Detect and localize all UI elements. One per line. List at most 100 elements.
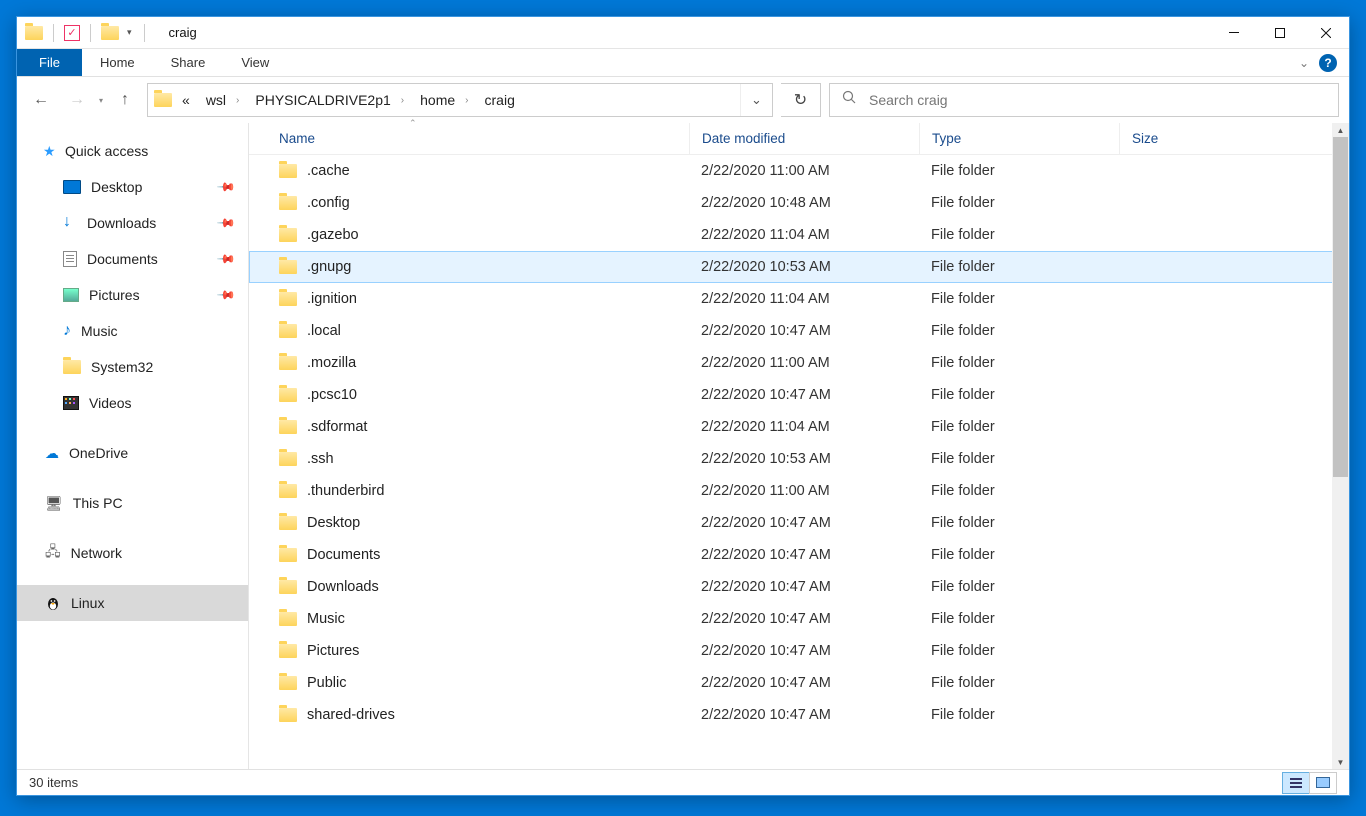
- file-name: .mozilla: [307, 355, 356, 371]
- column-header-date[interactable]: Date modified: [689, 123, 919, 154]
- folder-icon: [279, 420, 297, 434]
- address-folder-icon: [154, 93, 172, 107]
- column-header-type[interactable]: Type: [919, 123, 1119, 154]
- file-row[interactable]: .gazebo2/22/2020 11:04 AMFile folder: [249, 219, 1349, 251]
- breadcrumb-home[interactable]: home›: [414, 84, 474, 116]
- ribbon-tab-home[interactable]: Home: [82, 49, 153, 76]
- sidebar-label: Music: [81, 323, 118, 339]
- close-button[interactable]: [1303, 17, 1349, 49]
- breadcrumb-label: PHYSICALDRIVE2p1: [255, 92, 390, 108]
- view-details-button[interactable]: [1282, 772, 1310, 794]
- help-icon[interactable]: ?: [1319, 54, 1337, 72]
- breadcrumb-craig[interactable]: craig: [479, 84, 521, 116]
- breadcrumb-drive[interactable]: PHYSICALDRIVE2p1 ›: [249, 84, 410, 116]
- maximize-button[interactable]: [1257, 17, 1303, 49]
- sidebar-item-documents[interactable]: Documents📌: [17, 241, 248, 277]
- downloads-icon: [63, 215, 77, 231]
- file-row[interactable]: Public2/22/2020 10:47 AMFile folder: [249, 667, 1349, 699]
- breadcrumb-label: home: [420, 92, 455, 108]
- file-name: Public: [307, 675, 347, 691]
- nav-history-dropdown[interactable]: ▾: [99, 96, 103, 105]
- sidebar-item-system32[interactable]: System32: [17, 349, 248, 385]
- column-header-name[interactable]: Name: [279, 131, 689, 146]
- file-type: File folder: [919, 707, 1119, 723]
- folder-icon: [279, 260, 297, 274]
- file-type: File folder: [919, 291, 1119, 307]
- file-row[interactable]: .mozilla2/22/2020 11:00 AMFile folder: [249, 347, 1349, 379]
- file-type: File folder: [919, 387, 1119, 403]
- breadcrumb-wsl[interactable]: wsl›: [200, 84, 246, 116]
- column-header-size[interactable]: Size: [1119, 123, 1349, 154]
- sidebar-item-linux[interactable]: Linux: [17, 585, 248, 621]
- sidebar-item-music[interactable]: ♪Music: [17, 313, 248, 349]
- file-row[interactable]: Downloads2/22/2020 10:47 AMFile folder: [249, 571, 1349, 603]
- chevron-right-icon: ›: [236, 95, 239, 106]
- sidebar-item-videos[interactable]: Videos: [17, 385, 248, 421]
- file-row[interactable]: Music2/22/2020 10:47 AMFile folder: [249, 603, 1349, 635]
- search-input[interactable]: [869, 92, 1326, 108]
- file-row[interactable]: shared-drives2/22/2020 10:47 AMFile fold…: [249, 699, 1349, 731]
- file-row[interactable]: Desktop2/22/2020 10:47 AMFile folder: [249, 507, 1349, 539]
- address-bar[interactable]: « wsl› PHYSICALDRIVE2p1› home› craig ⌄: [147, 83, 773, 117]
- file-row[interactable]: .pcsc102/22/2020 10:47 AMFile folder: [249, 379, 1349, 411]
- file-type: File folder: [919, 227, 1119, 243]
- scroll-thumb[interactable]: [1333, 137, 1348, 477]
- nav-up-button[interactable]: ↑: [111, 86, 139, 114]
- ribbon-collapse-icon[interactable]: ⌄: [1299, 56, 1309, 70]
- breadcrumb-overflow[interactable]: «: [176, 84, 196, 116]
- file-row[interactable]: .local2/22/2020 10:47 AMFile folder: [249, 315, 1349, 347]
- sidebar-quick-access[interactable]: Quick access: [17, 133, 248, 169]
- file-name: .config: [307, 195, 350, 211]
- file-row[interactable]: .ssh2/22/2020 10:53 AMFile folder: [249, 443, 1349, 475]
- folder-icon: [279, 676, 297, 690]
- chevron-right-icon: ›: [401, 95, 404, 106]
- sidebar-item-desktop[interactable]: Desktop📌: [17, 169, 248, 205]
- file-date: 2/22/2020 10:47 AM: [689, 579, 919, 595]
- sidebar-label: Network: [71, 545, 122, 561]
- nav-forward-button[interactable]: →: [63, 86, 91, 114]
- thispc-icon: 🖥: [45, 495, 63, 512]
- sidebar-item-pictures[interactable]: Pictures📌: [17, 277, 248, 313]
- sidebar-item-onedrive[interactable]: ☁OneDrive: [17, 435, 248, 471]
- explorer-window: ✓ ▾ craig File Home Share View ⌄ ? ← → ▾…: [16, 16, 1350, 796]
- sidebar-label: OneDrive: [69, 445, 128, 461]
- file-row[interactable]: .config2/22/2020 10:48 AMFile folder: [249, 187, 1349, 219]
- sidebar-label: Videos: [89, 395, 132, 411]
- file-name: .thunderbird: [307, 483, 384, 499]
- scroll-down-icon[interactable]: ▼: [1332, 755, 1349, 769]
- folder-icon: [279, 644, 297, 658]
- file-row[interactable]: .thunderbird2/22/2020 11:00 AMFile folde…: [249, 475, 1349, 507]
- address-dropdown-button[interactable]: ⌄: [740, 84, 772, 116]
- pin-icon: 📌: [216, 177, 236, 197]
- qat-properties-icon[interactable]: ✓: [64, 25, 80, 41]
- file-row[interactable]: .sdformat2/22/2020 11:04 AMFile folder: [249, 411, 1349, 443]
- folder-icon: [279, 228, 297, 242]
- refresh-button[interactable]: ↻: [781, 83, 821, 117]
- vertical-scrollbar[interactable]: ▲ ▼: [1332, 123, 1349, 769]
- file-row[interactable]: .cache2/22/2020 11:00 AMFile folder: [249, 155, 1349, 187]
- sidebar-item-downloads[interactable]: Downloads📌: [17, 205, 248, 241]
- file-row[interactable]: .ignition2/22/2020 11:04 AMFile folder: [249, 283, 1349, 315]
- scroll-up-icon[interactable]: ▲: [1332, 123, 1349, 137]
- pin-icon: 📌: [216, 213, 236, 233]
- file-row[interactable]: Pictures2/22/2020 10:47 AMFile folder: [249, 635, 1349, 667]
- file-type: File folder: [919, 515, 1119, 531]
- status-item-count: 30 items: [29, 775, 78, 790]
- search-icon: [842, 90, 857, 110]
- ribbon-tab-share[interactable]: Share: [153, 49, 224, 76]
- ribbon-tab-file[interactable]: File: [17, 49, 82, 76]
- sidebar-item-network[interactable]: 🖧Network: [17, 535, 248, 571]
- search-box[interactable]: [829, 83, 1339, 117]
- sidebar-item-thispc[interactable]: 🖥This PC: [17, 485, 248, 521]
- minimize-button[interactable]: [1211, 17, 1257, 49]
- pictures-icon: [63, 288, 79, 302]
- qat-newfolder-icon[interactable]: [101, 26, 119, 40]
- file-name: .cache: [307, 163, 350, 179]
- ribbon-tab-view[interactable]: View: [223, 49, 287, 76]
- view-thumbnails-button[interactable]: [1309, 772, 1337, 794]
- file-row[interactable]: .gnupg2/22/2020 10:53 AMFile folder: [249, 251, 1349, 283]
- nav-back-button[interactable]: ←: [27, 86, 55, 114]
- file-type: File folder: [919, 323, 1119, 339]
- qat-customize-dropdown[interactable]: ▾: [125, 27, 134, 38]
- file-row[interactable]: Documents2/22/2020 10:47 AMFile folder: [249, 539, 1349, 571]
